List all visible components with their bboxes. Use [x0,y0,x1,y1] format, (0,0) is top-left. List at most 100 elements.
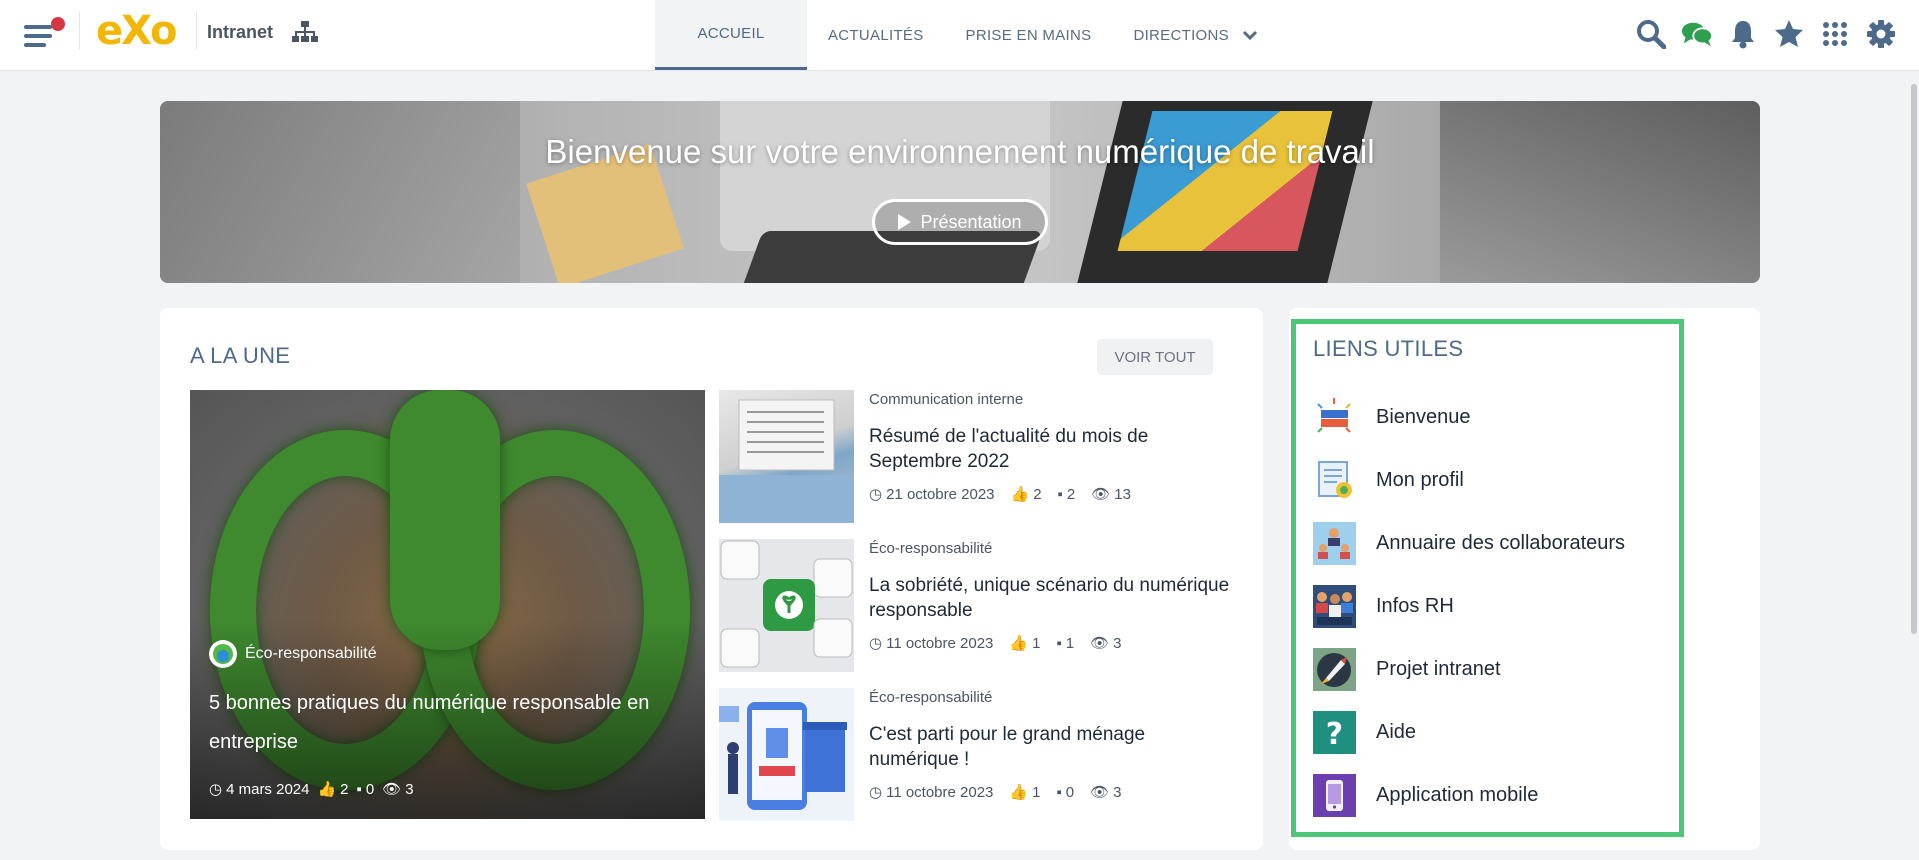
link-bienvenue[interactable]: Bienvenue [1313,395,1471,439]
featured-article[interactable]: Éco-responsabilité 5 bonnes pratiques du… [190,390,705,819]
play-icon [898,214,912,230]
hr-people-icon [1313,584,1356,628]
hero-title: Bienvenue sur votre environnement numéri… [545,133,1375,170]
help-icon: ? [1313,710,1356,754]
search-icon[interactable] [1635,18,1667,50]
apps-grid-icon[interactable] [1819,18,1851,50]
eye-icon: 👁 [1090,784,1110,801]
keyboard-thumbnail [719,539,854,672]
news-item[interactable]: Éco-responsabilité C'est parti pour le g… [719,688,1239,821]
link-label: Application mobile [1376,783,1539,806]
news-item-meta: ◷ 11 octobre 2023 👍 1 ▪ 0 👁 3 [869,783,1122,802]
notification-dot-icon [51,17,65,31]
useful-links-title: LIENS UTILES [1313,336,1464,361]
site-name[interactable]: Intranet [207,22,273,43]
link-label: Projet intranet [1376,657,1501,680]
link-label: Annuaire des collaborateurs [1376,531,1626,554]
link-label: Bienvenue [1376,405,1471,428]
link-annuaire[interactable]: Annuaire des collaborateurs [1313,521,1625,565]
news-item-comments: 2 [1066,485,1076,503]
featured-views: 3 [405,780,414,798]
top-bar: eXo Intranet ACCUEIL ACTUALITÉS PRISE EN… [0,0,1919,71]
news-item-likes: 1 [1032,634,1041,652]
comment-icon: ▪ [1056,634,1062,652]
hamburger-menu-button[interactable] [24,17,65,50]
news-item-comments: 1 [1065,634,1075,652]
presentation-button[interactable]: Présentation [872,199,1048,245]
page-scrollbar[interactable] [1911,84,1917,634]
newspaper-thumbnail [719,390,854,523]
brand-logo[interactable]: eXo [96,8,180,63]
news-item-meta: ◷ 21 octobre 2023 👍 2 ▪ 2 👁 13 [869,485,1131,504]
divider [79,12,80,50]
hero-tablet-screen [1117,111,1333,251]
link-label: Aide [1376,720,1417,743]
news-item-category: Communication interne [869,391,1024,408]
gear-icon[interactable] [1865,18,1897,50]
featured-date: 4 mars 2024 [226,780,310,798]
comment-icon: ▪ [1057,485,1063,503]
news-item[interactable]: Éco-responsabilité La sobriété, unique s… [719,539,1239,672]
sitemap-icon[interactable] [292,21,318,43]
clock-icon: ◷ [209,781,223,798]
clock-icon: ◷ [869,784,883,801]
featured-meta: ◷ 4 mars 2024 👍 2 ▪ 0 👁 3 [209,780,414,799]
thumbs-up-icon: 👍 [1010,486,1030,503]
nav-tab-label: PRISE EN MAINS [965,26,1092,44]
eye-icon: 👁 [1090,635,1110,652]
menu-icon-line [24,25,52,29]
hero-banner: Bienvenue sur votre environnement numéri… [160,101,1760,283]
eye-icon: 👁 [382,781,402,798]
link-infos-rh[interactable]: Infos RH [1313,584,1454,628]
main-navigation: ACCUEIL ACTUALITÉS PRISE EN MAINS DIRECT… [655,0,1278,70]
news-item-title: Résumé de l'actualité du mois de Septemb… [869,426,1149,472]
feature-image-leaf-center [390,390,500,650]
news-item-date: 11 octobre 2023 [886,634,994,652]
news-section-title: A LA UNE [190,343,291,368]
nav-tab-accueil[interactable]: ACCUEIL [655,0,807,70]
link-label: Infos RH [1376,594,1454,617]
chat-icon[interactable] [1681,18,1713,50]
nav-tab-prise-en-mains[interactable]: PRISE EN MAINS [945,0,1113,70]
rocket-icon [1313,647,1356,691]
featured-comments: 0 [365,780,375,798]
news-item-views: 13 [1114,485,1131,503]
news-item[interactable]: Communication interne Résumé de l'actual… [719,390,1239,523]
hero-bg-desk [160,101,520,283]
svg-text:eXo: eXo [96,8,176,52]
news-item-category: Éco-responsabilité [869,540,993,557]
thumbs-up-icon: 👍 [317,781,337,798]
news-item-title: La sobriété, unique scénario du numériqu… [869,575,1230,621]
bell-icon[interactable] [1727,18,1759,50]
profile-document-icon [1313,459,1356,502]
link-mon-profil[interactable]: Mon profil [1313,458,1464,502]
news-section: A LA UNE VOIR TOUT Éco-responsabilité 5 … [160,308,1263,850]
link-label: Mon profil [1376,468,1464,491]
useful-links-section [1289,308,1760,850]
nav-tab-label: ACTUALITÉS [828,26,924,44]
presentation-button-label: Présentation [920,211,1022,232]
star-icon[interactable] [1773,18,1805,50]
thumbs-up-icon: 👍 [1009,784,1029,801]
nav-tab-directions[interactable]: DIRECTIONS [1112,0,1278,70]
featured-category-label: Éco-responsabilité [245,645,377,662]
link-application-mobile[interactable]: Application mobile [1313,773,1538,817]
news-item-views: 3 [1113,783,1122,801]
news-item-likes: 2 [1033,485,1042,503]
hero-bg-right [1440,101,1760,283]
clock-icon: ◷ [869,486,883,503]
link-projet-intranet[interactable]: Projet intranet [1313,647,1501,691]
menu-icon-line [24,43,46,47]
comment-icon: ▪ [356,780,362,798]
voir-tout-button[interactable]: VOIR TOUT [1097,339,1213,375]
svg-text:?: ? [1326,717,1343,752]
divider [196,12,197,50]
nav-tab-actualites[interactable]: ACTUALITÉS [807,0,945,70]
menu-icon-line [24,34,52,38]
link-aide[interactable]: ? Aide [1313,710,1416,754]
news-item-date: 11 octobre 2023 [886,783,994,801]
featured-category: Éco-responsabilité [209,640,377,668]
featured-title: 5 bonnes pratiques du numérique responsa… [209,692,650,753]
news-item-meta: ◷ 11 octobre 2023 👍 1 ▪ 1 👁 3 [869,634,1122,653]
eco-category-icon [209,640,237,668]
